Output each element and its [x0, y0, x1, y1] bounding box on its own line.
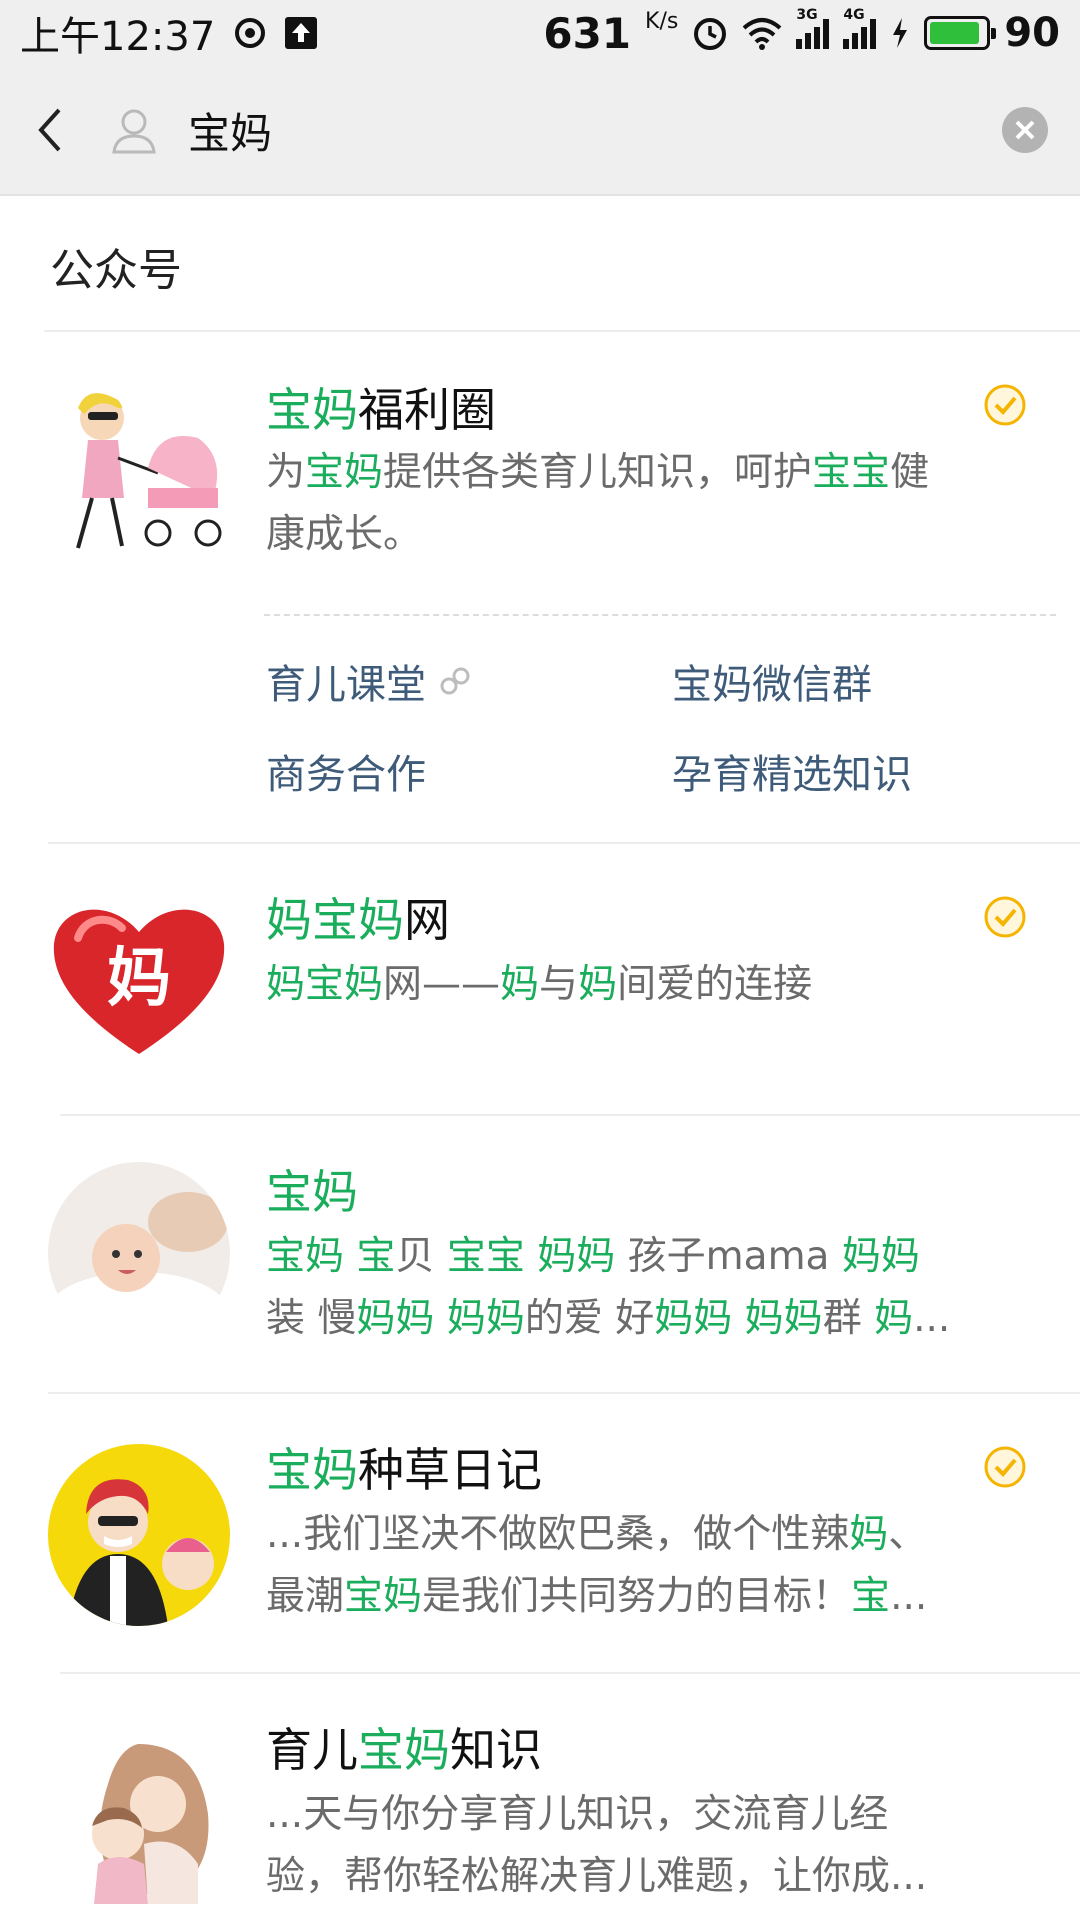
- status-time: 上午12:37: [20, 14, 216, 60]
- result-item[interactable]: 宝妈 宝妈 宝贝 宝宝 妈妈 孩子mama 妈妈 装 慢妈妈 妈妈的爱 好妈妈 …: [0, 1116, 1080, 1392]
- wifi-icon: [743, 18, 782, 50]
- menu-link-business[interactable]: 商务合作: [266, 742, 426, 800]
- menu-link-selected-knowledge[interactable]: 孕育精选知识: [672, 742, 912, 800]
- sync-icon: [235, 18, 266, 48]
- menu-link-parenting-class[interactable]: 育儿课堂: [266, 652, 472, 710]
- result-description: ...我们坚决不做欧巴桑，做个性辣妈、 最潮宝妈是我们共同努力的目标！宝...: [266, 1512, 928, 1619]
- result-name: 妈宝妈网: [266, 893, 450, 947]
- verified-badge-icon: [984, 896, 1026, 938]
- result-description: 宝妈 宝贝 宝宝 妈妈 孩子mama 妈妈 装 慢妈妈 妈妈的爱 好妈妈 妈妈群…: [266, 1234, 951, 1341]
- result-item[interactable]: 宝妈种草日记 ...我们坚决不做欧巴桑，做个性辣妈、 最潮宝妈是我们共同努力的目…: [0, 1394, 1080, 1672]
- status-bar: 上午12:37 631 K/s 3G 4G 90: [0, 0, 1080, 66]
- section-title: 公众号: [50, 245, 182, 296]
- upload-icon: [285, 17, 318, 49]
- back-arrow-icon: [38, 108, 61, 152]
- net-unit: K/s: [645, 8, 679, 34]
- charging-icon: [893, 18, 908, 48]
- divider: [264, 614, 1056, 616]
- result-item[interactable]: 宝妈福利圈 为宝妈提供各类育儿知识，呵护宝宝健 康成长。 育儿课堂 宝妈微信群 …: [0, 332, 1080, 842]
- battery-icon: [924, 16, 997, 50]
- svg-text:妈: 妈: [107, 942, 171, 1016]
- signal-3g-label: 3G: [796, 7, 818, 23]
- result-item[interactable]: 育儿宝妈知识 ...天与你分享育儿知识，交流育儿经 验，帮你轻松解决育儿难题，让…: [0, 1674, 1080, 1920]
- net-speed: 631: [543, 8, 632, 58]
- verified-badge-icon: [984, 384, 1026, 426]
- search-bar: 宝妈: [0, 66, 1080, 196]
- avatar: [48, 378, 230, 560]
- avatar: [48, 1162, 230, 1344]
- result-description: 为宝妈提供各类育儿知识，呵护宝宝健 康成长。: [266, 450, 930, 557]
- result-name: 育儿宝妈知识: [266, 1723, 542, 1777]
- result-description: 妈宝妈网——妈与妈间爱的连接: [266, 962, 813, 1007]
- close-icon: [1015, 120, 1035, 140]
- result-name: 宝妈种草日记: [266, 1443, 542, 1497]
- avatar: 妈: [48, 888, 230, 1070]
- result-name: 宝妈福利圈: [266, 383, 496, 437]
- contact-icon: [112, 109, 156, 154]
- signal-4g-label: 4G: [843, 7, 865, 23]
- search-input[interactable]: 宝妈: [188, 100, 272, 161]
- clear-search-button[interactable]: [1002, 107, 1048, 153]
- avatar: [48, 1724, 230, 1906]
- signal-4g-icon: 4G: [843, 7, 877, 49]
- alarm-icon: [694, 18, 727, 50]
- signal-3g-icon: 3G: [796, 7, 830, 49]
- result-description: ...天与你分享育儿知识，交流育儿经 验，帮你轻松解决育儿难题，让你成...: [266, 1792, 928, 1899]
- verified-badge-icon: [984, 1446, 1026, 1488]
- result-item[interactable]: 妈 妈宝妈网 妈宝妈网——妈与妈间爱的连接: [0, 844, 1080, 1114]
- result-name: 宝妈: [266, 1165, 358, 1219]
- mini-program-icon: [440, 667, 470, 695]
- back-button[interactable]: [0, 65, 100, 195]
- battery-level: 90: [1004, 10, 1060, 56]
- avatar: [48, 1444, 230, 1626]
- menu-link-wechat-group[interactable]: 宝妈微信群: [672, 652, 872, 710]
